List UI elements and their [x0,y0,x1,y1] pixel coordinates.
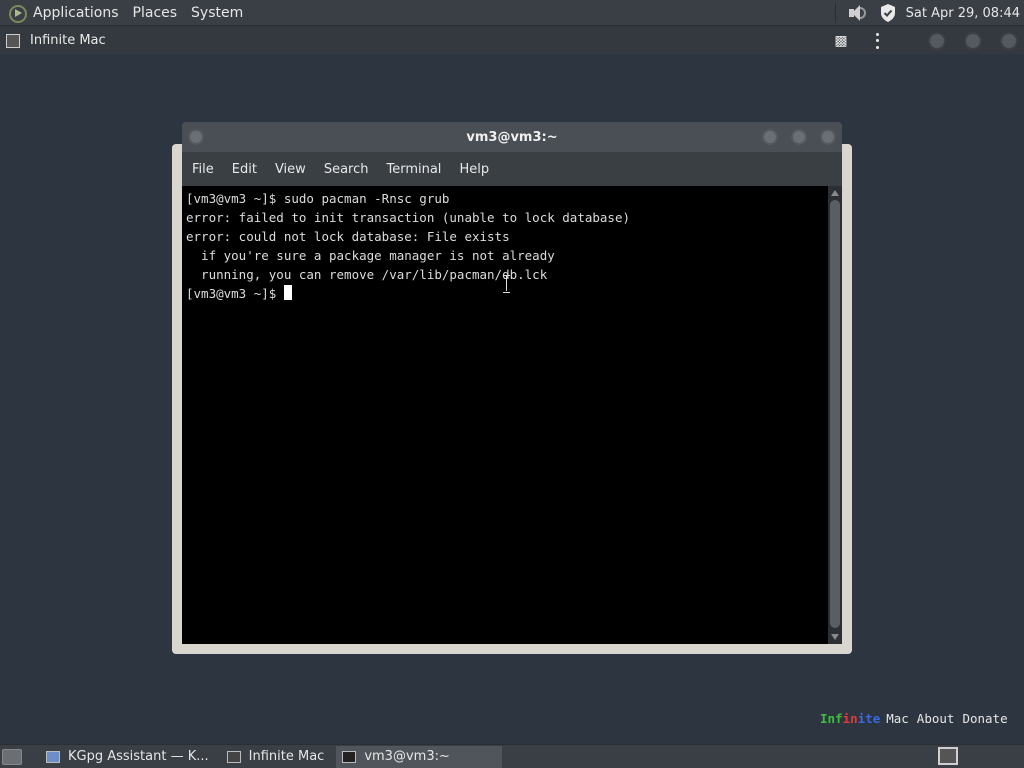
top-panel: Applications Places System Sat Apr 29, 0… [0,0,1024,26]
minimize-button[interactable] [928,31,946,50]
scroll-down-arrow-icon[interactable] [831,634,839,640]
terminal-prompt: [vm3@vm3 ~]$ [186,286,284,301]
menu-view[interactable]: View [275,162,306,177]
terminal-icon [342,750,357,763]
terminal-maximize-button[interactable] [791,129,807,145]
app-bar-controls: ▩ [833,27,1018,54]
extensions-icon[interactable]: ▩ [833,33,849,49]
terminal-line: [vm3@vm3 ~]$ sudo pacman -Rnsc grub [186,191,450,206]
app-title-bar: Infinite Mac ▩ [0,27,1024,54]
tray-separator [834,3,836,23]
donate-link[interactable]: Donate [962,711,1007,726]
terminal-window: vm3@vm3:~ File Edit View Search Terminal… [172,122,852,654]
about-link[interactable]: About [917,711,955,726]
terminal-minimize-button[interactable] [762,129,778,145]
task-kgpg[interactable]: KGpg Assistant — K... [40,746,215,768]
terminal-menubar: File Edit View Search Terminal Help [182,152,842,186]
logo-suffix[interactable]: Mac [886,711,909,726]
terminal-line: error: failed to init transaction (unabl… [186,210,631,225]
infinite-mac-logo[interactable]: Infinite [820,711,880,726]
text-cursor [283,285,292,300]
app-window-icon [6,33,20,48]
menu-applications[interactable]: Applications [33,5,119,21]
menu-places[interactable]: Places [133,5,178,21]
bottom-taskbar: KGpg Assistant — K... Infinite Mac vm3@v… [0,744,1024,768]
shield-check-icon[interactable] [878,3,898,23]
kgpg-icon [46,750,60,763]
terminal-title: vm3@vm3:~ [466,129,558,145]
ibeam-cursor-icon [503,275,511,293]
app-title: Infinite Mac [30,33,106,48]
task-label: Infinite Mac [248,749,325,764]
volume-icon[interactable] [846,4,868,22]
clock[interactable]: Sat Apr 29, 08:44 [906,6,1020,21]
terminal-close-button[interactable] [820,129,836,145]
terminal-line: error: could not lock database: File exi… [186,229,510,244]
task-infinite-mac[interactable]: Infinite Mac [221,746,331,768]
menu-help[interactable]: Help [459,162,489,177]
menu-system[interactable]: System [191,5,243,21]
system-tray: Sat Apr 29, 08:44 [829,0,1024,26]
terminal-output[interactable]: [vm3@vm3 ~]$ sudo pacman -Rnsc grub error… [182,186,828,644]
close-button[interactable] [1000,31,1018,50]
terminal-line: if you're sure a package manager is not … [186,248,555,263]
task-terminal[interactable]: vm3@vm3:~ [336,745,503,768]
more-options-icon[interactable] [874,32,880,49]
menu-edit[interactable]: Edit [232,162,257,177]
branding-links: Infinite Mac About Donate [820,709,1008,727]
scroll-thumb[interactable] [830,200,840,628]
distro-logo-icon[interactable] [7,3,27,23]
maximize-button[interactable] [964,31,982,50]
window-icon [226,750,241,763]
terminal-scrollbar[interactable] [828,186,842,644]
menu-terminal[interactable]: Terminal [386,162,441,177]
window-menu-button[interactable] [188,129,204,145]
task-label: KGpg Assistant — K... [68,749,209,764]
show-desktop-button[interactable] [2,748,22,765]
menu-file[interactable]: File [192,162,214,177]
terminal-titlebar[interactable]: vm3@vm3:~ [182,122,842,152]
task-label: vm3@vm3:~ [364,749,450,764]
workspace-switcher[interactable] [938,747,958,765]
menu-search[interactable]: Search [324,162,369,177]
scroll-up-arrow-icon[interactable] [831,190,839,196]
